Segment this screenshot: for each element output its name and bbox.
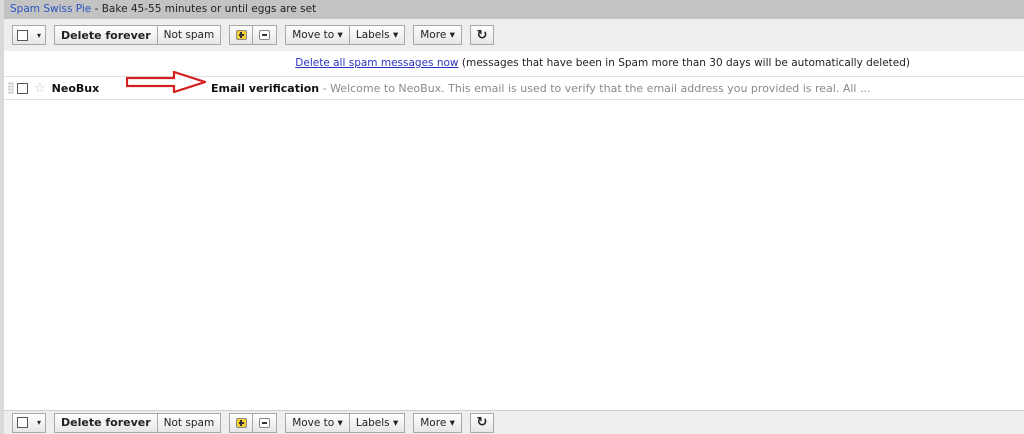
refresh-button[interactable]: ↻ — [469, 412, 494, 433]
drag-handle-icon[interactable] — [8, 82, 14, 94]
message-sender: NeoBux — [51, 81, 100, 95]
mark-not-important-button[interactable] — [253, 412, 278, 433]
message-subject-text: Email verification — [211, 81, 320, 95]
select-dropdown-button[interactable]: ▾ — [12, 412, 46, 433]
move-to-button[interactable]: Move to ▾ — [285, 412, 350, 433]
tip-text: - Bake 45-55 minutes or until eggs are s… — [91, 3, 317, 15]
spam-notice-text: (messages that have been in Spam more th… — [458, 57, 910, 69]
select-dropdown-button[interactable]: ▾ — [12, 25, 46, 45]
mark-not-important-button[interactable] — [253, 25, 278, 45]
mark-important-icon — [235, 30, 247, 40]
mark-important-button[interactable] — [229, 412, 254, 433]
top-toolbar: ▾ Delete forever Not spam Move to ▾ Labe… — [4, 19, 1024, 51]
delete-all-spam-link[interactable]: Delete all spam messages now — [295, 57, 458, 69]
refresh-button[interactable]: ↻ — [469, 25, 494, 45]
labels-button[interactable]: Labels ▾ — [349, 412, 406, 433]
more-button[interactable]: More ▾ — [413, 412, 462, 433]
mark-important-button[interactable] — [229, 25, 254, 45]
more-button[interactable]: More ▾ — [413, 25, 462, 45]
chevron-down-icon: ▾ — [36, 418, 41, 427]
not-spam-button[interactable]: Not spam — [157, 25, 222, 45]
star-icon[interactable]: ☆ — [34, 82, 46, 95]
delete-forever-button[interactable]: Delete forever — [54, 25, 158, 45]
message-snippet: - Welcome to NeoBux. This email is used … — [319, 81, 871, 95]
message-subject: Email verification - Welcome to NeoBux. … — [211, 82, 870, 95]
labels-button[interactable]: Labels ▾ — [349, 25, 406, 45]
mark-not-important-icon — [259, 30, 271, 40]
select-all-checkbox[interactable] — [17, 417, 28, 428]
refresh-icon: ↻ — [476, 415, 488, 430]
tip-link[interactable]: Spam Swiss Pie — [10, 3, 91, 15]
message-row[interactable]: ☆ NeoBux Email verification - Welcome to… — [4, 71, 1024, 100]
refresh-icon: ↻ — [476, 27, 488, 43]
select-all-checkbox[interactable] — [17, 29, 28, 41]
mark-important-icon — [235, 417, 247, 428]
message-checkbox[interactable] — [17, 82, 28, 94]
bottom-toolbar: ▾ Delete forever Not spam Move to ▾ Labe… — [4, 410, 1024, 434]
not-spam-button[interactable]: Not spam — [157, 412, 222, 433]
move-to-button[interactable]: Move to ▾ — [285, 25, 350, 45]
tip-bar: Spam Swiss Pie - Bake 45-55 minutes or u… — [4, 0, 1024, 19]
chevron-down-icon: ▾ — [36, 30, 41, 40]
red-arrow-annotation — [126, 71, 206, 93]
mark-not-important-icon — [259, 417, 271, 428]
delete-forever-button[interactable]: Delete forever — [54, 412, 158, 433]
